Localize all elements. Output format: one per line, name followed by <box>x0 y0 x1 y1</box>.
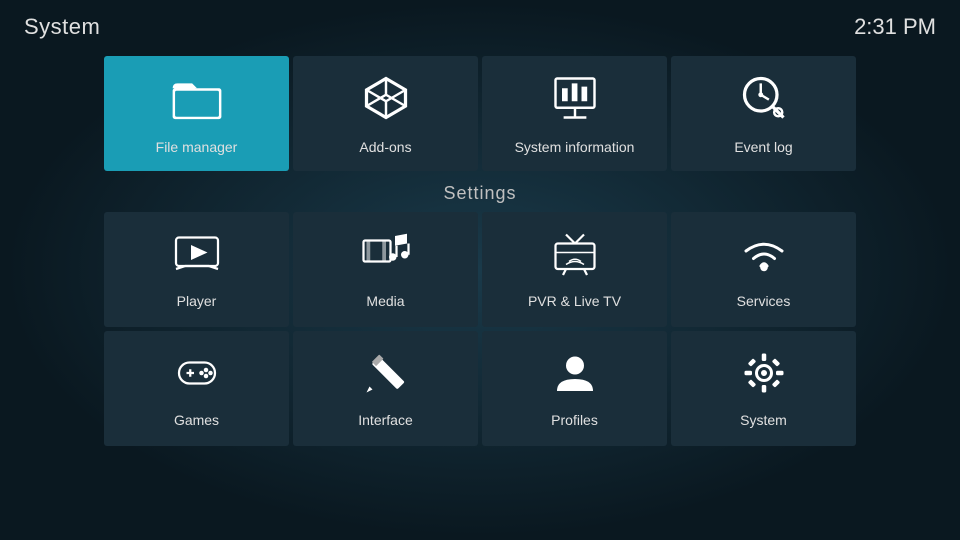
event-log-icon <box>738 72 790 131</box>
settings-row-2: Games Interface Profiles <box>0 331 960 446</box>
tile-pvr-live-tv[interactable]: PVR & Live TV <box>482 212 667 327</box>
system-info-icon <box>549 72 601 131</box>
tile-add-ons[interactable]: Add-ons <box>293 56 478 171</box>
clock: 2:31 PM <box>854 14 936 40</box>
tile-add-ons-label: Add-ons <box>359 139 411 155</box>
tile-media[interactable]: Media <box>293 212 478 327</box>
tile-file-manager-label: File manager <box>156 139 238 155</box>
tile-services[interactable]: Services <box>671 212 856 327</box>
player-icon <box>173 230 221 285</box>
settings-row-1: Player Media <box>0 212 960 327</box>
tile-interface-label: Interface <box>358 412 412 428</box>
tile-system-label: System <box>740 412 787 428</box>
page-title: System <box>24 14 100 40</box>
tile-interface[interactable]: Interface <box>293 331 478 446</box>
tile-event-log[interactable]: Event log <box>671 56 856 171</box>
tile-system-information-label: System information <box>515 139 635 155</box>
settings-heading: Settings <box>0 183 960 204</box>
header: System 2:31 PM <box>0 0 960 52</box>
tile-media-label: Media <box>366 293 404 309</box>
top-tiles-row: File manager Add-ons <box>0 56 960 171</box>
tile-profiles[interactable]: Profiles <box>482 331 667 446</box>
tile-services-label: Services <box>737 293 791 309</box>
media-icon <box>362 230 410 285</box>
pvr-icon <box>551 230 599 285</box>
interface-icon <box>362 349 410 404</box>
system-icon <box>740 349 788 404</box>
addons-icon <box>360 72 412 131</box>
tile-system-information[interactable]: System information <box>482 56 667 171</box>
tile-system[interactable]: System <box>671 331 856 446</box>
services-icon <box>740 230 788 285</box>
tile-pvr-live-tv-label: PVR & Live TV <box>528 293 621 309</box>
main-page: System 2:31 PM File manager <box>0 0 960 540</box>
tile-event-log-label: Event log <box>734 139 792 155</box>
tile-player[interactable]: Player <box>104 212 289 327</box>
tile-file-manager[interactable]: File manager <box>104 56 289 171</box>
tile-games[interactable]: Games <box>104 331 289 446</box>
tile-player-label: Player <box>177 293 217 309</box>
tile-profiles-label: Profiles <box>551 412 598 428</box>
profiles-icon <box>551 349 599 404</box>
tile-games-label: Games <box>174 412 219 428</box>
folder-icon <box>171 72 223 131</box>
games-icon <box>173 349 221 404</box>
